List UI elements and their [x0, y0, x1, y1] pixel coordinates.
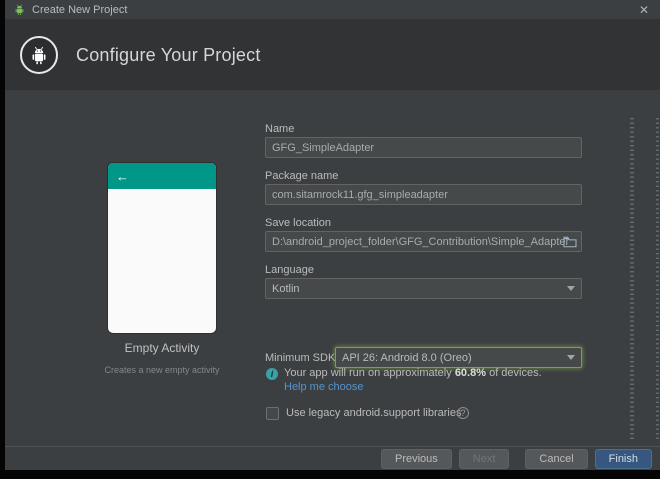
- window-title: Create New Project: [32, 4, 127, 16]
- next-button[interactable]: Next: [459, 449, 510, 469]
- finish-button[interactable]: Finish: [595, 449, 652, 469]
- preview-appbar: ←: [108, 163, 216, 189]
- previous-button[interactable]: Previous: [381, 449, 452, 469]
- template-name: Empty Activity: [82, 341, 242, 355]
- save-location-field: [265, 231, 582, 252]
- package-name-label: Package name: [265, 170, 338, 182]
- browse-folder-icon[interactable]: [561, 234, 579, 249]
- language-label: Language: [265, 264, 314, 276]
- name-input[interactable]: [265, 137, 582, 158]
- sdk-coverage-text: Your app will run on approximately 60.8%…: [284, 367, 542, 379]
- close-icon[interactable]: ✕: [636, 2, 652, 18]
- legacy-support-label: Use legacy android.support libraries: [286, 407, 461, 419]
- chevron-down-icon: [567, 286, 575, 291]
- template-preview: ←: [108, 163, 216, 333]
- language-dropdown[interactable]: Kotlin: [265, 278, 582, 299]
- main-panel: ← Empty Activity Creates a new empty act…: [5, 91, 660, 446]
- coverage-prefix: Your app will run on approximately: [284, 367, 455, 379]
- page-title: Configure Your Project: [76, 45, 261, 66]
- button-bar: Previous Next Cancel Finish: [5, 446, 660, 470]
- save-location-label: Save location: [265, 217, 331, 229]
- chevron-down-icon: [567, 355, 575, 360]
- scrollbar[interactable]: [630, 118, 634, 440]
- wizard-header: Configure Your Project: [5, 20, 660, 90]
- name-label: Name: [265, 123, 294, 135]
- legacy-help-icon[interactable]: ?: [457, 407, 469, 419]
- minimum-sdk-value: API 26: Android 8.0 (Oreo): [342, 352, 561, 364]
- language-value: Kotlin: [272, 283, 561, 295]
- package-name-input[interactable]: [265, 184, 582, 205]
- info-icon: i: [266, 368, 278, 380]
- create-new-project-window: Create New Project ✕: [5, 0, 660, 470]
- template-description: Creates a new empty activity: [82, 365, 242, 375]
- title-bar: Create New Project ✕: [5, 0, 660, 20]
- android-logo-icon: [20, 36, 58, 74]
- help-me-choose-link[interactable]: Help me choose: [284, 381, 364, 393]
- scrollbar-edge[interactable]: [656, 118, 659, 440]
- cancel-button[interactable]: Cancel: [525, 449, 587, 469]
- coverage-suffix: of devices.: [486, 367, 542, 379]
- back-arrow-icon: ←: [116, 169, 129, 184]
- legacy-support-checkbox[interactable]: [266, 407, 279, 420]
- coverage-percent: 60.8%: [455, 367, 486, 379]
- android-app-icon: [13, 3, 26, 16]
- minimum-sdk-label: Minimum SDK: [265, 352, 335, 364]
- minimum-sdk-dropdown[interactable]: API 26: Android 8.0 (Oreo): [335, 347, 582, 368]
- save-location-input[interactable]: [265, 231, 582, 252]
